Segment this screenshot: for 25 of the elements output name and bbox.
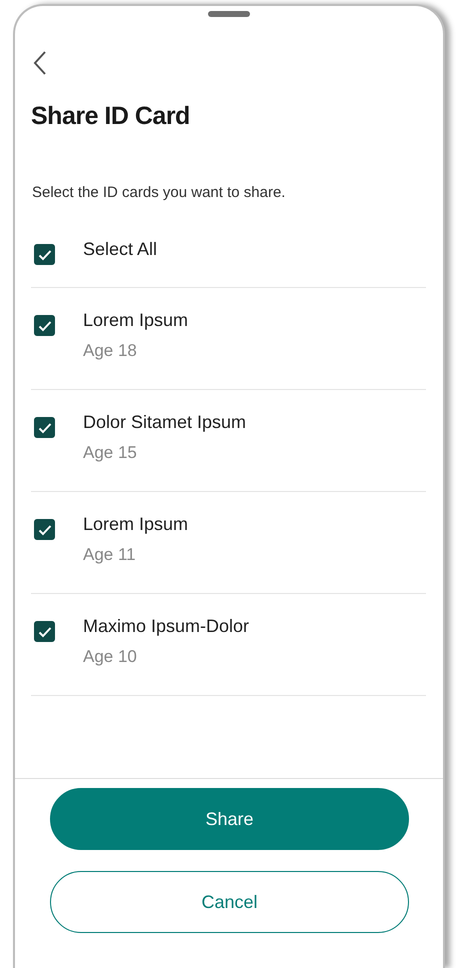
checkbox[interactable]: [34, 315, 55, 336]
card-age: Age 15: [83, 443, 138, 463]
card-name: Lorem Ipsum: [83, 514, 188, 535]
checkbox[interactable]: [34, 519, 55, 540]
share-button[interactable]: Share: [50, 788, 409, 850]
checkbox[interactable]: [34, 621, 55, 642]
page-title: Share ID Card: [31, 102, 191, 131]
checkbox[interactable]: [34, 417, 55, 438]
cancel-button[interactable]: Cancel: [50, 871, 409, 933]
check-icon: [38, 248, 52, 260]
checkbox[interactable]: [34, 244, 55, 265]
check-icon: [38, 626, 52, 638]
card-age: Age 10: [83, 647, 138, 667]
card-name: Lorem Ipsum: [83, 310, 188, 331]
check-icon: [38, 422, 52, 434]
check-icon: [38, 524, 52, 536]
card-name: Maximo Ipsum-Dolor: [83, 616, 250, 637]
back-icon[interactable]: [33, 50, 47, 76]
card-age: Age 11: [83, 545, 137, 565]
check-icon: [38, 320, 52, 332]
card-name: Dolor Sitamet Ipsum: [83, 412, 246, 433]
instructions-text: Select the ID cards you want to share.: [32, 184, 286, 201]
card-age: Age 18: [83, 341, 138, 361]
select-all-label: Select All: [83, 239, 158, 260]
drag-handle[interactable]: [208, 11, 250, 17]
